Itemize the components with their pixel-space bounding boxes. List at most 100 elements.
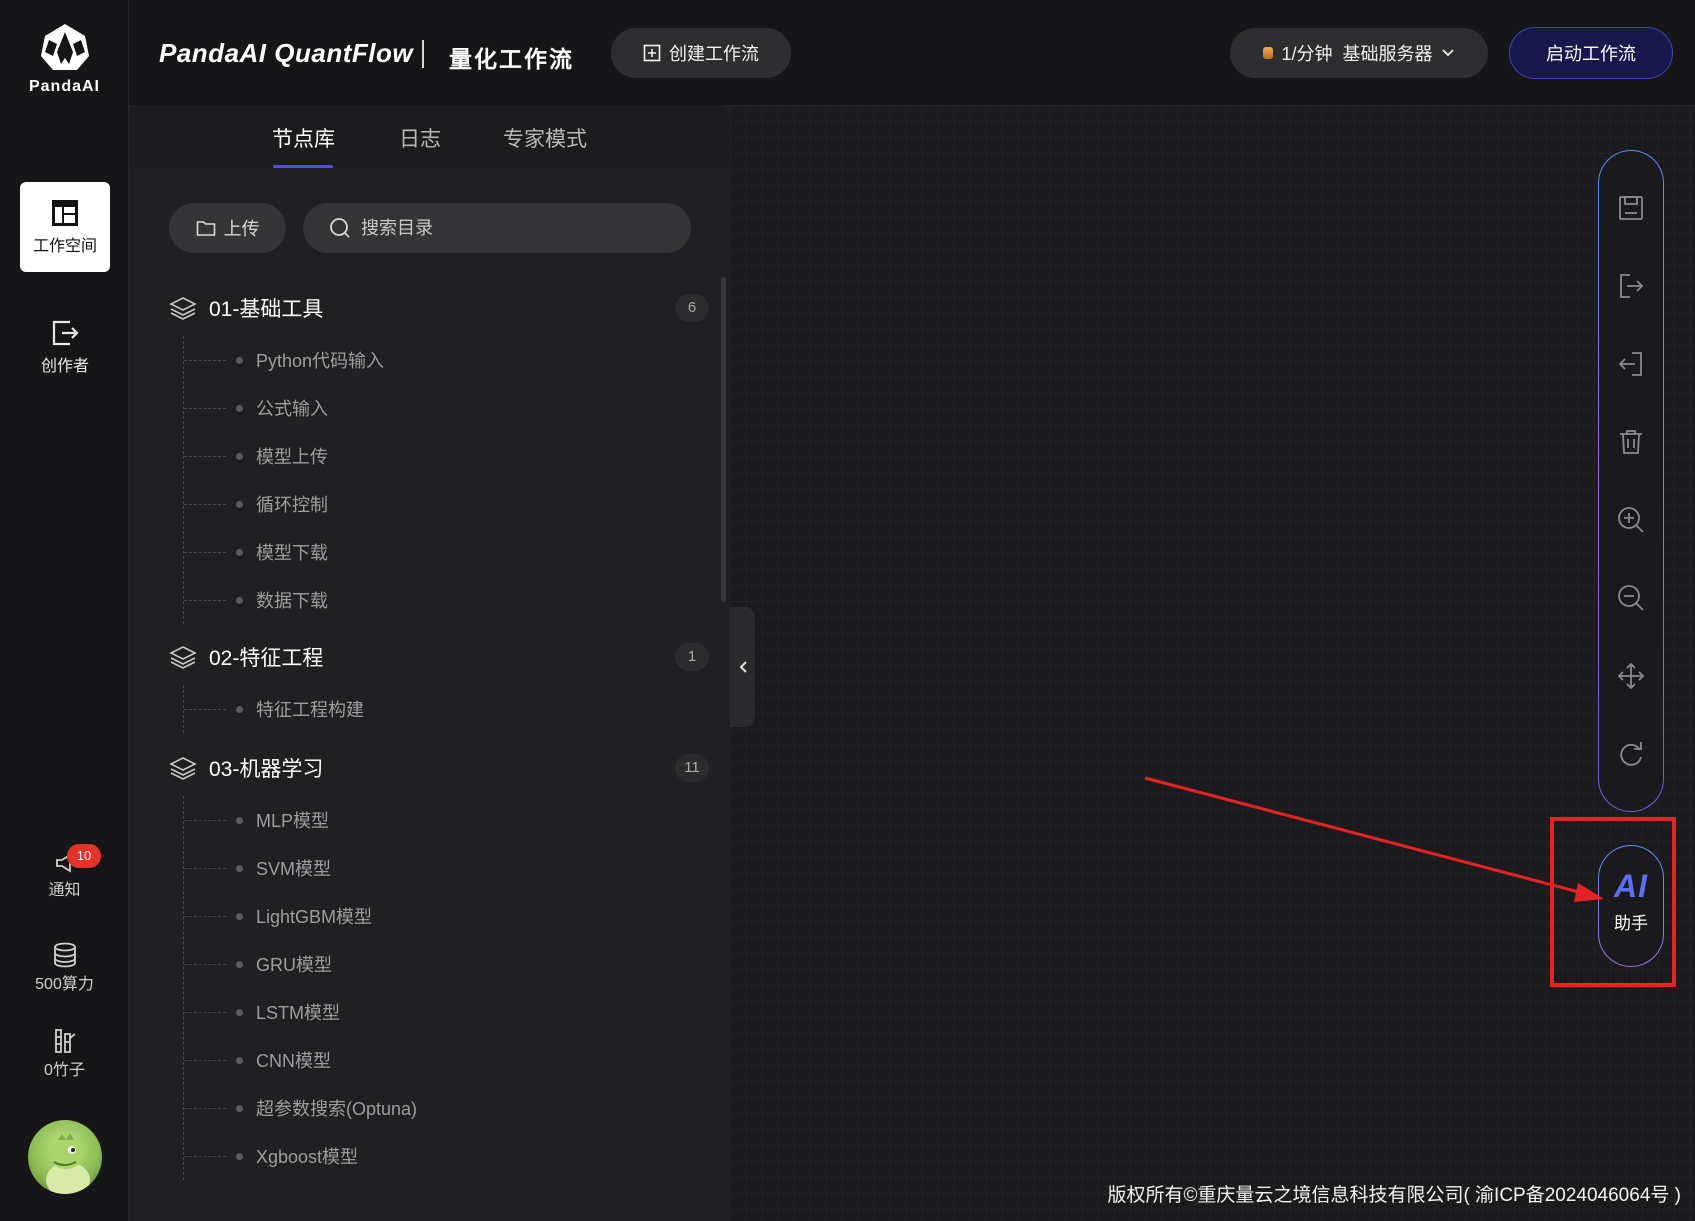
node-item[interactable]: CNN模型: [184, 1036, 709, 1084]
node-group-title: 02-特征工程: [209, 647, 324, 670]
import-button[interactable]: [1599, 339, 1662, 389]
save-button[interactable]: [1599, 183, 1662, 233]
logo[interactable]: PandaAI: [0, 22, 129, 96]
tab-node-library[interactable]: 节点库: [272, 123, 335, 153]
workspace-icon: [52, 200, 78, 226]
node-item[interactable]: MLP模型: [184, 796, 709, 844]
ai-assistant-label: 助手: [1614, 914, 1648, 933]
import-icon: [1618, 352, 1642, 376]
creator-icon: [52, 320, 79, 346]
node-item-label: MLP模型: [256, 811, 330, 831]
nav-workspace[interactable]: 工作空间: [20, 182, 110, 272]
node-item-label: SVM模型: [256, 859, 332, 879]
brand-divider: [422, 40, 424, 68]
notify-badge: 10: [67, 844, 101, 868]
node-item[interactable]: SVM模型: [184, 844, 709, 892]
bullet-icon: [236, 816, 243, 824]
top-bar: PandaAI QuantFlow 量化工作流 创建工作流 1/分钟 基础服务器…: [129, 0, 1695, 105]
node-item[interactable]: LSTM模型: [184, 988, 709, 1036]
node-group-count: 6: [675, 294, 709, 322]
server-select[interactable]: 1/分钟 基础服务器: [1230, 28, 1488, 78]
refresh-icon: [1619, 742, 1642, 766]
bullet-icon: [236, 596, 243, 604]
nav-compute[interactable]: 500算力: [0, 942, 129, 994]
node-group-header[interactable]: 01-基础工具 6: [169, 288, 709, 328]
search-box: [303, 203, 691, 253]
node-item-label: LightGBM模型: [256, 907, 373, 927]
canvas-toolbar: [1598, 150, 1664, 812]
node-list: MLP模型 SVM模型 LightGBM模型 GRU模型 LSTM模型 CNN模…: [183, 796, 709, 1180]
tab-expert-mode[interactable]: 专家模式: [503, 123, 587, 153]
node-item-label: 循环控制: [256, 495, 328, 515]
nav-compute-label: 500算力: [35, 976, 94, 993]
node-group: 03-机器学习 11 MLP模型 SVM模型 LightGBM模型 GRU模型 …: [169, 748, 709, 1180]
node-item-label: LSTM模型: [256, 1003, 341, 1023]
panda-logo-icon: [40, 24, 89, 70]
collapse-panel-button[interactable]: [730, 607, 755, 727]
coin-icon: [1263, 47, 1274, 59]
nav-notify-label: 通知: [48, 882, 81, 899]
move-button[interactable]: [1599, 651, 1662, 701]
dinosaur-avatar-icon: [46, 1133, 90, 1194]
create-workflow-label: 创建工作流: [669, 44, 759, 64]
node-item[interactable]: GRU模型: [184, 940, 709, 988]
zoom-out-icon: [1617, 585, 1644, 611]
bullet-icon: [236, 452, 243, 460]
node-group: 02-特征工程 1 特征工程构建: [169, 637, 709, 733]
bullet-icon: [236, 705, 243, 713]
node-item[interactable]: 模型上传: [184, 432, 709, 480]
node-item[interactable]: LightGBM模型: [184, 892, 709, 940]
nav-creator-label: 创作者: [40, 358, 89, 375]
zoom-out-button[interactable]: [1599, 573, 1662, 623]
node-item-label: 超参数搜索(Optuna): [256, 1099, 418, 1119]
node-group-title: 01-基础工具: [209, 298, 324, 321]
upload-button[interactable]: 上传: [169, 203, 286, 253]
node-item[interactable]: 数据下载: [184, 576, 709, 624]
delete-icon: [1619, 430, 1642, 454]
delete-button[interactable]: [1599, 417, 1662, 467]
workflow-canvas[interactable]: [730, 105, 1695, 1221]
search-input[interactable]: [361, 217, 661, 239]
bullet-icon: [236, 912, 243, 920]
node-item[interactable]: 特征工程构建: [184, 685, 709, 733]
bullet-icon: [236, 864, 243, 872]
node-group-count: 11: [675, 754, 709, 782]
zoom-in-button[interactable]: [1599, 495, 1662, 545]
layers-icon: [169, 297, 197, 320]
bullet-icon: [236, 1008, 243, 1016]
node-item-label: 公式输入: [256, 399, 328, 419]
node-item[interactable]: Xgboost模型: [184, 1132, 709, 1180]
export-button[interactable]: [1599, 261, 1662, 311]
bullet-icon: [236, 960, 243, 968]
search-icon: [330, 218, 350, 238]
avatar[interactable]: [28, 1120, 102, 1194]
node-item[interactable]: 循环控制: [184, 480, 709, 528]
node-item[interactable]: 超参数搜索(Optuna): [184, 1084, 709, 1132]
bamboo-icon: [54, 1029, 76, 1053]
panel-scrollbar[interactable]: [721, 277, 726, 602]
ai-assistant-button[interactable]: AI 助手: [1598, 845, 1664, 967]
copyright-footer: 版权所有©重庆量云之境信息科技有限公司( 渝ICP备2024046064号 ): [1107, 1185, 1681, 1206]
node-group-header[interactable]: 03-机器学习 11: [169, 748, 709, 788]
move-icon: [1617, 662, 1644, 690]
start-workflow-button[interactable]: 启动工作流: [1509, 27, 1673, 79]
nav-notify[interactable]: 10 通知: [0, 844, 129, 900]
node-list: 特征工程构建: [183, 685, 709, 733]
bullet-icon: [236, 1152, 243, 1160]
nav-creator[interactable]: 创作者: [20, 318, 110, 376]
create-workflow-button[interactable]: 创建工作流: [611, 28, 791, 78]
bullet-icon: [236, 1056, 243, 1064]
node-group-header[interactable]: 02-特征工程 1: [169, 637, 709, 677]
tab-log[interactable]: 日志: [399, 123, 441, 153]
nav-bamboo[interactable]: 0竹子: [0, 1028, 129, 1080]
export-icon: [1619, 274, 1643, 298]
refresh-button[interactable]: [1599, 729, 1662, 779]
node-item-label: Python代码输入: [256, 351, 385, 371]
node-item[interactable]: 模型下载: [184, 528, 709, 576]
node-item-label: GRU模型: [256, 955, 332, 975]
node-item[interactable]: Python代码输入: [184, 336, 709, 384]
node-item-label: Xgboost模型: [256, 1147, 359, 1167]
node-group-count: 1: [675, 643, 709, 671]
node-group: 01-基础工具 6 Python代码输入 公式输入 模型上传 循环控制 模型下载…: [169, 288, 709, 624]
node-item[interactable]: 公式输入: [184, 384, 709, 432]
